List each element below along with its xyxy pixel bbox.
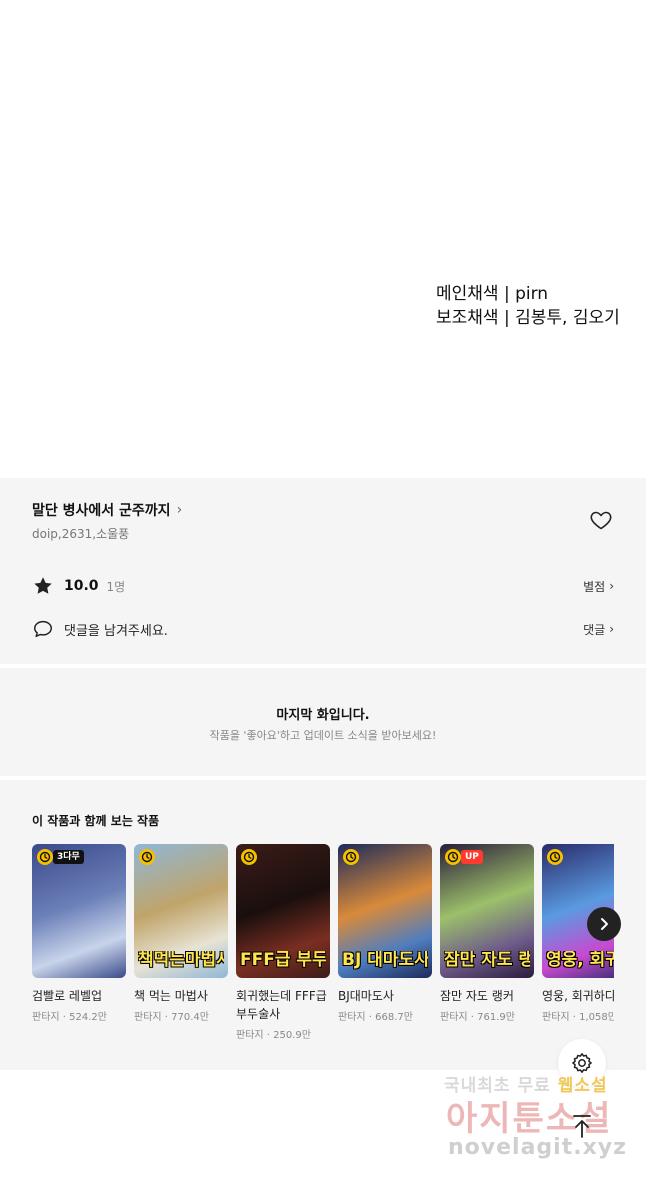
cover-title-art: 책먹는마법사: [138, 951, 224, 970]
chevron-right-icon: ›: [609, 579, 614, 593]
cover-badge: UP: [461, 850, 483, 864]
recommendation-meta: 판타지 · 770.4만: [134, 1012, 209, 1023]
recommendation-cover[interactable]: UP 잠만 자도 랭커: [440, 844, 534, 978]
clock-icon: [37, 849, 53, 865]
recommendation-card[interactable]: FFF급 부두술사회귀했는데 FFF급 부두술사판타지 · 250.9만: [236, 844, 330, 1041]
recommendation-card[interactable]: 3다무검빨로 레벨업판타지 · 524.2만: [32, 844, 126, 1023]
comment-prompt[interactable]: 댓글을 남겨주세요.: [64, 620, 168, 639]
series-info-panel: 말단 병사에서 군주까지 › doip,2631,소울풍 10.0 1명 별점 …: [0, 478, 646, 664]
rating-link-label: 별점: [583, 579, 606, 594]
series-authors: doip,2631,소울풍: [32, 527, 130, 541]
star-icon: [34, 577, 52, 594]
recommendation-meta: 판타지 · 1,058만: [542, 1012, 614, 1023]
recommendation-meta: 판타지 · 761.9만: [440, 1012, 515, 1023]
recommendation-title: 검빨로 레벨업: [32, 989, 103, 1003]
recommendation-card[interactable]: BJ 대마도사 BJ대마도사판타지 · 668.7만: [338, 844, 432, 1023]
cover-title-art: 영웅, 회귀하다: [546, 951, 614, 970]
cover-title-art: FFF급 부두술사: [240, 951, 326, 970]
episode-credits: 메인채색 | pirn 보조채색 | 김봉투, 김오기: [436, 282, 620, 330]
clock-icon: [241, 849, 257, 865]
heart-icon[interactable]: [589, 508, 613, 532]
credit-sub-color: 보조채색 | 김봉투, 김오기: [436, 308, 620, 328]
clock-icon: [343, 849, 359, 865]
credit-main-color: 메인채색 | pirn: [436, 284, 549, 304]
recommendation-cover[interactable]: 3다무: [32, 844, 126, 978]
clock-icon: [445, 849, 461, 865]
scroll-top-icon: [573, 1115, 591, 1138]
rating-link[interactable]: 별점 ›: [583, 578, 614, 595]
recommendations-carousel[interactable]: 3다무 검빨로 레벨업 판타지 · 524.2만 책먹는마법사 책 먹는 마법사 판타지 …: [32, 844, 614, 1054]
recommendation-title: 회귀했는데 FFF급 부두술사: [236, 989, 327, 1021]
gear-icon: [572, 1053, 592, 1073]
scroll-top-button[interactable]: [560, 1104, 604, 1148]
recommendation-cover[interactable]: 책먹는마법사: [134, 844, 228, 978]
settings-button[interactable]: [558, 1039, 606, 1087]
rating-row: 10.0 1명 별점 ›: [32, 574, 614, 598]
last-episode-subtitle: 작품을 '좋아요'하고 업데이트 소식을 받아보세요!: [209, 729, 437, 742]
comment-link-label: 댓글: [583, 622, 606, 637]
comment-link[interactable]: 댓글 ›: [583, 621, 614, 638]
recommendation-title: BJ대마도사: [338, 989, 394, 1003]
recommendation-cover[interactable]: FFF급 부두술사: [236, 844, 330, 978]
clock-icon: [139, 849, 155, 865]
chevron-right-icon: ›: [609, 622, 614, 636]
series-title: 말단 병사에서 군주까지: [32, 503, 171, 519]
recommendation-meta: 판타지 · 524.2만: [32, 1012, 107, 1023]
site-watermark: 국내최초 무료 웹소설 아지툰소설 novelagit.xyz: [428, 1071, 638, 1171]
recommendation-card[interactable]: UP잠만 자도 랭커잠만 자도 랭커판타지 · 761.9만: [440, 844, 534, 1023]
recommendation-meta: 판타지 · 250.9만: [236, 1030, 311, 1041]
recommendation-meta: 판타지 · 668.7만: [338, 1012, 413, 1023]
cover-title-art: 잠만 자도 랭커: [444, 951, 530, 970]
recommendation-cover[interactable]: BJ 대마도사: [338, 844, 432, 978]
comment-icon[interactable]: [32, 618, 54, 640]
chevron-right-icon: ›: [176, 502, 183, 518]
recommendation-card[interactable]: 책먹는마법사책 먹는 마법사판타지 · 770.4만: [134, 844, 228, 1023]
cover-badge: 3다무: [53, 850, 84, 864]
clock-icon: [547, 849, 563, 865]
recommendation-title: 잠만 자도 랭커: [440, 989, 514, 1003]
rating-count: 1명: [106, 579, 126, 594]
recommendations-panel: 이 작품과 함께 보는 작품 3다무 검빨로 레벨업 판타지 · 524.2만 책먹는…: [0, 780, 646, 1070]
cover-title-art: BJ 대마도사: [342, 951, 428, 970]
recommendations-heading: 이 작품과 함께 보는 작품: [32, 814, 160, 828]
series-title-link[interactable]: 말단 병사에서 군주까지 ›: [32, 500, 182, 520]
chevron-right-icon: [601, 918, 608, 930]
carousel-next-button[interactable]: [587, 907, 621, 941]
recommendation-title: 책 먹는 마법사: [134, 989, 208, 1003]
recommendation-title: 영웅, 회귀하다: [542, 989, 614, 1003]
comment-row: 댓글을 남겨주세요. 댓글 ›: [32, 617, 614, 641]
last-episode-title: 마지막 화입니다.: [276, 708, 370, 723]
last-episode-notice: 마지막 화입니다. 작품을 '좋아요'하고 업데이트 소식을 받아보세요!: [0, 668, 646, 776]
rating-score: 10.0: [64, 578, 99, 594]
